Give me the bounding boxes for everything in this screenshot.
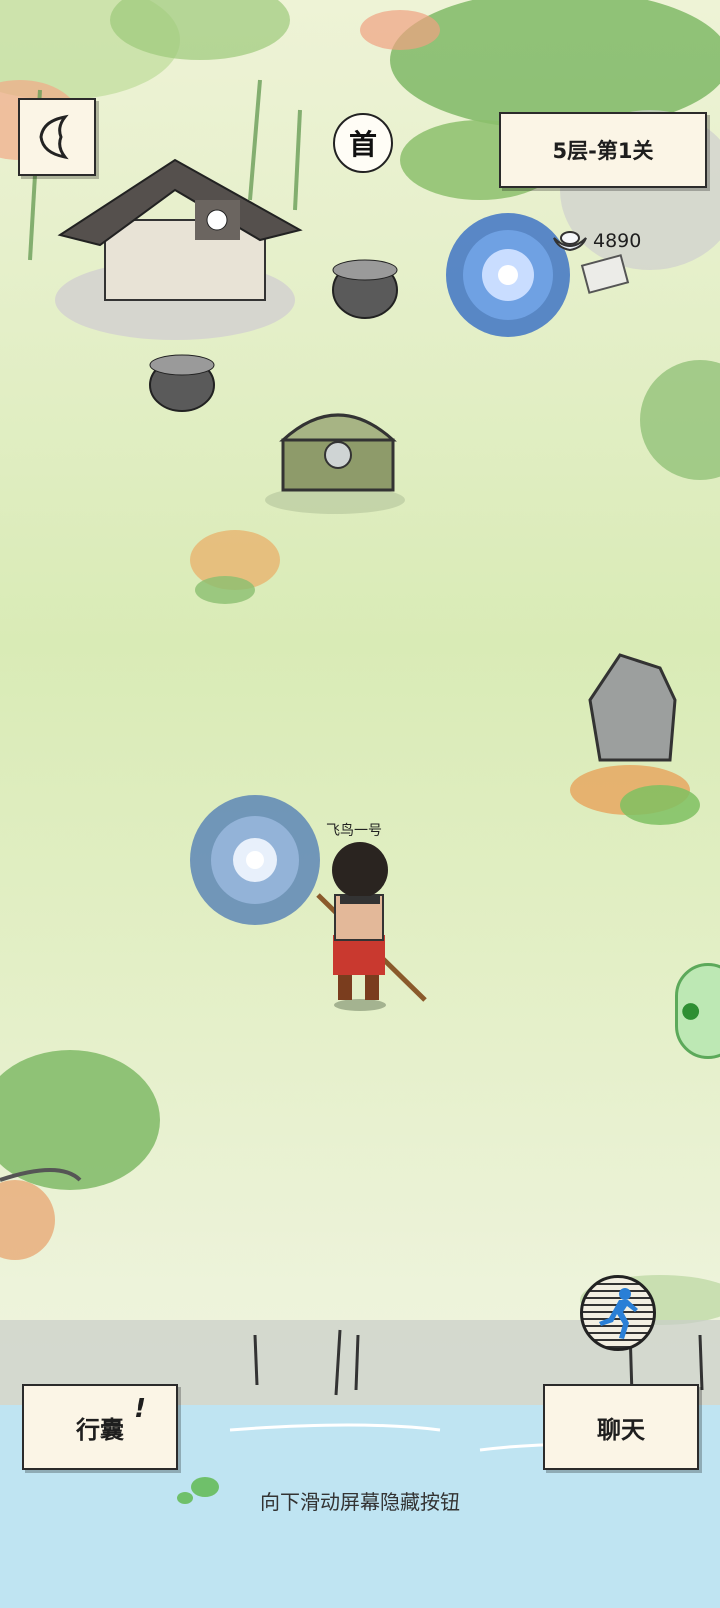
back-arrow-icon (39, 114, 69, 160)
level-indicator-button[interactable]: 5层-第1关 (499, 112, 707, 188)
bag-alert-badge: ! (134, 1394, 146, 1424)
player-character[interactable] (316, 842, 427, 1011)
chat-button[interactable]: 聊天 (543, 1384, 699, 1470)
ingot-icon (553, 231, 587, 252)
stone-stele[interactable] (570, 653, 700, 825)
incense-burner (332, 259, 398, 319)
back-button[interactable] (18, 98, 96, 176)
bag-button[interactable]: 行囊 ! (22, 1384, 178, 1470)
portal-swirl[interactable] (190, 795, 320, 925)
level-label: 5层-第1关 (552, 139, 654, 163)
first-clear-label: 首 (348, 128, 377, 161)
coin-value: 4890 (593, 230, 642, 252)
side-tab-glyph: ● (679, 1001, 705, 1021)
side-panel-tab[interactable]: ● (675, 963, 720, 1059)
bag-label: 行囊 (76, 1415, 124, 1444)
player-name: 飞鸟一号 (326, 823, 382, 839)
chat-label: 聊天 (597, 1415, 645, 1444)
incense-burner (149, 354, 215, 412)
first-clear-badge: 首 (333, 113, 393, 173)
treasure-chest[interactable] (265, 413, 405, 514)
running-man-icon (599, 1288, 638, 1339)
auto-run-button[interactable] (580, 1275, 656, 1351)
swipe-hint: 向下滑动屏幕隐藏按钮 (260, 1490, 460, 1514)
temple (55, 158, 303, 340)
